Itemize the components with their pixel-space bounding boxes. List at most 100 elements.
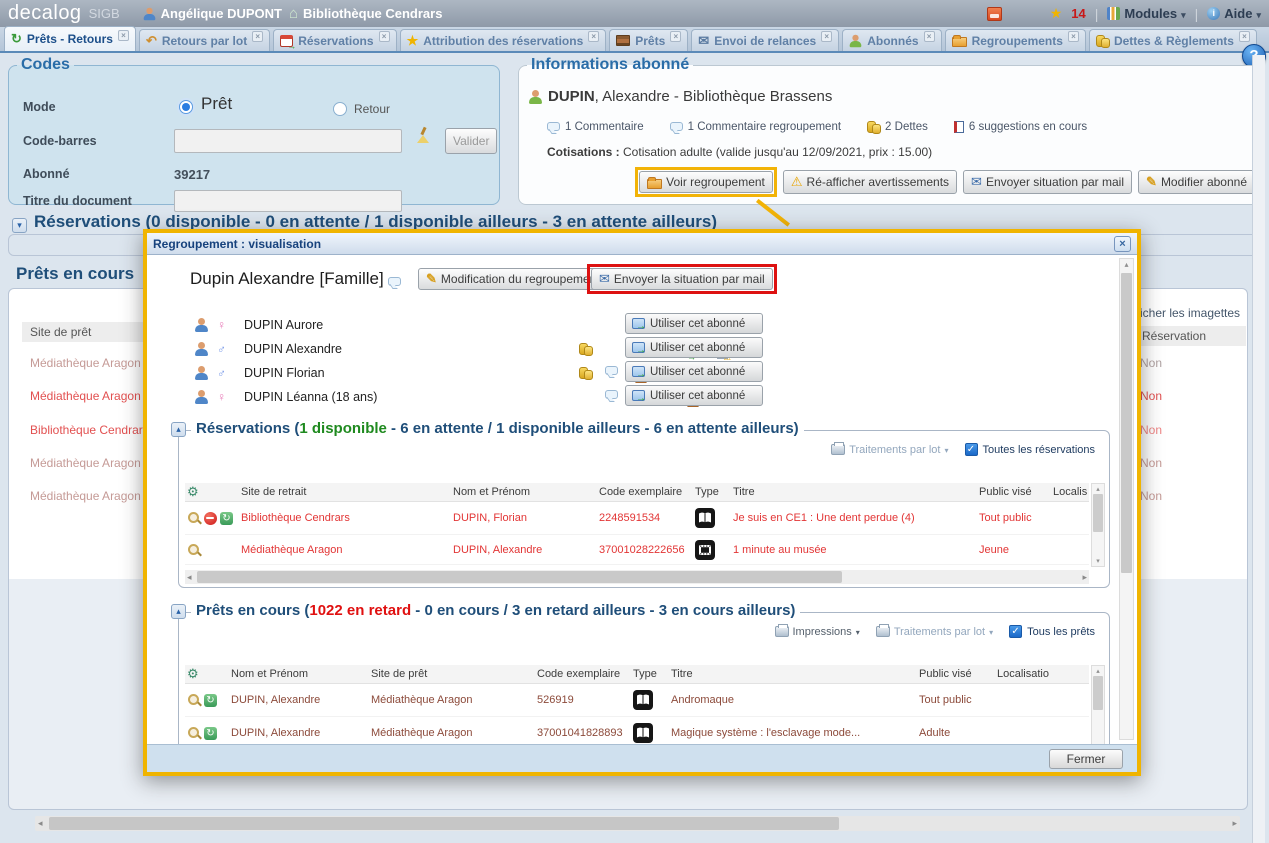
scroll-up-icon[interactable]: ▴ bbox=[1092, 667, 1104, 675]
bg-non-row: Non bbox=[1140, 356, 1162, 370]
comment-bubble-icon bbox=[670, 122, 683, 131]
renew-icon[interactable] bbox=[204, 727, 217, 740]
renew-icon[interactable] bbox=[220, 512, 233, 525]
modifier-abonne-button[interactable]: Modifier abonné bbox=[1138, 170, 1255, 194]
close-tab-icon[interactable] bbox=[924, 31, 935, 42]
scroll-up-icon[interactable]: ▴ bbox=[1092, 485, 1104, 493]
magnifier-icon[interactable] bbox=[187, 693, 201, 707]
voir-regroupement-button[interactable]: Voir regroupement bbox=[639, 171, 773, 193]
female-icon bbox=[217, 390, 226, 404]
comment-group-link[interactable]: 1 Commentaire regroupement bbox=[670, 120, 841, 133]
use-patron-button[interactable]: Utiliser cet abonné bbox=[625, 337, 763, 358]
scroll-left-icon[interactable]: ◂ bbox=[187, 572, 192, 583]
bg-site-row: Bibliothèque Cendrars bbox=[30, 423, 149, 437]
bg-non-row: Non bbox=[1140, 456, 1162, 470]
renew-icon[interactable] bbox=[204, 694, 217, 707]
close-tab-icon[interactable] bbox=[1239, 31, 1250, 42]
close-tab-icon[interactable] bbox=[118, 30, 129, 41]
coins-icon[interactable] bbox=[579, 342, 592, 355]
traitements-par-lot-menu[interactable]: Traitements par lot bbox=[876, 626, 993, 638]
tab-regroupements[interactable]: Regroupements bbox=[945, 29, 1086, 51]
tab-dettes-reglements[interactable]: Dettes & Règlements bbox=[1089, 29, 1257, 51]
fermer-button[interactable]: Fermer bbox=[1049, 749, 1123, 769]
comment-bubble-icon[interactable] bbox=[605, 390, 618, 399]
valider-button[interactable]: Valider bbox=[445, 128, 497, 154]
dettes-link[interactable]: 2 Dettes bbox=[867, 120, 928, 133]
table-vertical-scrollbar[interactable]: ▴ bbox=[1091, 665, 1105, 744]
close-tab-icon[interactable] bbox=[1068, 31, 1079, 42]
table-horizontal-scrollbar[interactable]: ◂ ▸ bbox=[185, 570, 1089, 584]
use-patron-button[interactable]: Utiliser cet abonné bbox=[625, 361, 763, 382]
scroll-right-icon[interactable]: ▸ bbox=[1232, 818, 1237, 829]
current-user[interactable]: Angélique DUPONT bbox=[143, 6, 282, 21]
modal-vertical-scrollbar[interactable]: ▴ bbox=[1119, 258, 1134, 740]
tab-abonnes[interactable]: Abonnés bbox=[842, 29, 941, 51]
reservations-section: Réservations (1 disponible - 6 en attent… bbox=[178, 430, 1110, 588]
traitements-par-lot-menu[interactable]: Traitements par lot bbox=[831, 444, 948, 456]
impressions-menu[interactable]: Impressions bbox=[775, 626, 860, 638]
use-patron-button[interactable]: Utiliser cet abonné bbox=[625, 385, 763, 406]
gear-icon[interactable] bbox=[187, 666, 199, 682]
reafficher-avertissements-button[interactable]: Ré-afficher avertissements bbox=[783, 170, 957, 194]
tab-reservations[interactable]: Réservations bbox=[273, 29, 396, 51]
scroll-left-icon[interactable]: ◂ bbox=[38, 818, 43, 829]
tab-retours-par-lot[interactable]: Retours par lot bbox=[139, 29, 270, 51]
window-arrow-icon bbox=[632, 390, 645, 401]
scroll-down-icon[interactable]: ▾ bbox=[1092, 557, 1104, 565]
person-icon bbox=[850, 34, 862, 47]
close-tab-icon[interactable] bbox=[379, 31, 390, 42]
mode-pret-radio[interactable] bbox=[179, 100, 193, 114]
cancel-icon[interactable] bbox=[204, 512, 217, 525]
magnifier-icon[interactable] bbox=[187, 511, 201, 525]
page-vertical-scrollbar[interactable] bbox=[1252, 55, 1265, 843]
comment-bubble-icon[interactable] bbox=[605, 366, 618, 375]
inbox-icon[interactable] bbox=[987, 7, 1002, 21]
tab-envoi-relances[interactable]: Envoi de relances bbox=[691, 29, 839, 51]
close-tab-icon[interactable] bbox=[670, 31, 681, 42]
magnifier-icon[interactable] bbox=[187, 726, 201, 740]
favorites-star-icon[interactable] bbox=[1050, 5, 1063, 22]
family-member-row: DUPIN Alexandre Utiliser cet abonné bbox=[195, 339, 805, 359]
titre-input[interactable] bbox=[174, 190, 402, 212]
modification-regroupement-button[interactable]: Modification du regroupement bbox=[418, 268, 608, 290]
barcode-input[interactable] bbox=[174, 129, 402, 153]
broom-clear-icon[interactable] bbox=[416, 127, 430, 143]
close-tab-icon[interactable] bbox=[588, 31, 599, 42]
tous-les-prets-checkbox[interactable]: Tous les prêts bbox=[1009, 625, 1095, 638]
scroll-up-icon[interactable]: ▴ bbox=[1121, 260, 1132, 269]
collapse-toggle[interactable] bbox=[171, 422, 186, 437]
page-horizontal-scrollbar[interactable]: ◂ ▸ bbox=[35, 816, 1240, 831]
use-patron-button[interactable]: Utiliser cet abonné bbox=[625, 313, 763, 334]
modal-close-button[interactable] bbox=[1114, 236, 1131, 252]
modules-menu[interactable]: Modules bbox=[1107, 6, 1185, 21]
tab-prets-retours[interactable]: Prêts - Retours bbox=[4, 26, 136, 51]
bg-reservations-collapse-toggle[interactable] bbox=[12, 218, 27, 233]
tab-prets[interactable]: Prêts bbox=[609, 29, 688, 51]
suggestions-link[interactable]: 6 suggestions en cours bbox=[954, 120, 1087, 133]
patron-icon bbox=[195, 342, 208, 356]
scrollbar-thumb[interactable] bbox=[1093, 494, 1103, 532]
table-vertical-scrollbar[interactable]: ▴ ▾ bbox=[1091, 483, 1105, 567]
scrollbar-thumb[interactable] bbox=[197, 571, 842, 583]
envoyer-situation-mail-button[interactable]: Envoyer la situation par mail bbox=[591, 268, 773, 290]
comment-link[interactable]: 1 Commentaire bbox=[547, 120, 644, 133]
gear-icon[interactable] bbox=[187, 484, 199, 500]
tab-attribution[interactable]: Attribution des réservations bbox=[400, 29, 607, 51]
close-tab-icon[interactable] bbox=[821, 31, 832, 42]
reservations-table: Site de retrait Nom et Prénom Code exemp… bbox=[185, 483, 1089, 565]
scrollbar-thumb[interactable] bbox=[49, 817, 839, 830]
magnifier-icon[interactable] bbox=[187, 543, 201, 557]
comment-bubble-icon[interactable] bbox=[388, 277, 401, 286]
info-abonne-panel: Informations abonné DUPIN, Alexandre - B… bbox=[518, 56, 1262, 205]
collapse-toggle[interactable] bbox=[171, 604, 186, 619]
scroll-right-icon[interactable]: ▸ bbox=[1082, 572, 1087, 583]
scrollbar-thumb[interactable] bbox=[1121, 273, 1132, 573]
coins-icon[interactable] bbox=[579, 366, 592, 379]
aide-menu[interactable]: Aide bbox=[1207, 6, 1261, 21]
toutes-reservations-checkbox[interactable]: Toutes les réservations bbox=[965, 443, 1096, 456]
scrollbar-thumb[interactable] bbox=[1093, 676, 1103, 710]
current-site[interactable]: Bibliothèque Cendrars bbox=[289, 5, 442, 22]
close-tab-icon[interactable] bbox=[252, 31, 263, 42]
mode-retour-radio[interactable] bbox=[333, 102, 347, 116]
envoyer-situation-button[interactable]: Envoyer situation par mail bbox=[963, 170, 1132, 194]
